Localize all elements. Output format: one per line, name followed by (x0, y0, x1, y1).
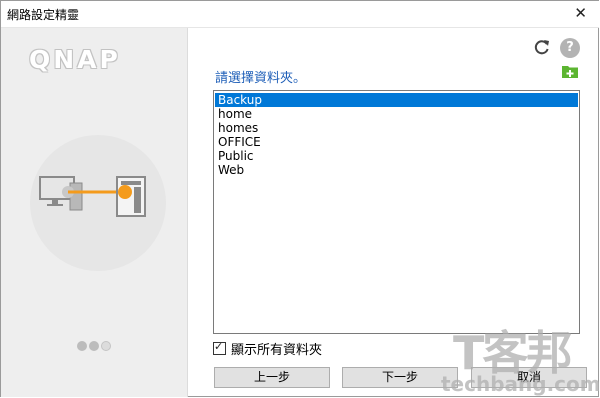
window-title: 網路設定精靈 (7, 8, 80, 22)
checkmark-icon: ✓ (214, 340, 224, 353)
network-illustration-icon (39, 176, 146, 217)
help-icon[interactable]: ? (560, 38, 580, 58)
folder-list-item[interactable]: Web (215, 163, 578, 177)
show-all-checkbox[interactable]: ✓ (213, 340, 226, 355)
folder-list-item[interactable]: homes (215, 121, 578, 135)
folder-list-item[interactable]: Public (215, 149, 578, 163)
step-dot-1 (77, 341, 87, 351)
folder-list-item[interactable]: OFFICE (215, 135, 578, 149)
step-dot-3 (101, 341, 111, 351)
folder-list: Backup home homes OFFICE Public Web (214, 91, 579, 177)
folder-listbox[interactable]: Backup home homes OFFICE Public Web (213, 90, 580, 334)
watermark-logo: T客邦 (453, 326, 572, 380)
close-icon[interactable]: ✕ (574, 4, 587, 22)
progress-dots (77, 336, 113, 355)
refresh-icon[interactable] (534, 39, 550, 55)
step-dot-2 (89, 341, 99, 351)
new-folder-icon[interactable] (562, 64, 578, 78)
folder-list-item[interactable]: home (215, 107, 578, 121)
left-panel: QNAP (1, 28, 188, 397)
title-bar: 網路設定精靈 ✕ (1, 1, 599, 27)
folder-list-item[interactable]: Backup (215, 93, 578, 107)
watermark-url: techbang.com (441, 372, 600, 396)
show-all-label: 顯示所有資料夾 (231, 343, 323, 358)
show-all-folders-option[interactable]: ✓ 顯示所有資料夾 (213, 339, 322, 358)
select-folder-prompt: 請選擇資料夾。 (215, 71, 307, 86)
previous-button[interactable]: 上一步 (214, 367, 330, 388)
qnap-logo: QNAP (29, 45, 121, 74)
wizard-window: 網路設定精靈 ✕ QNAP ? 請選擇資料夾。 Backup home home… (0, 0, 600, 397)
